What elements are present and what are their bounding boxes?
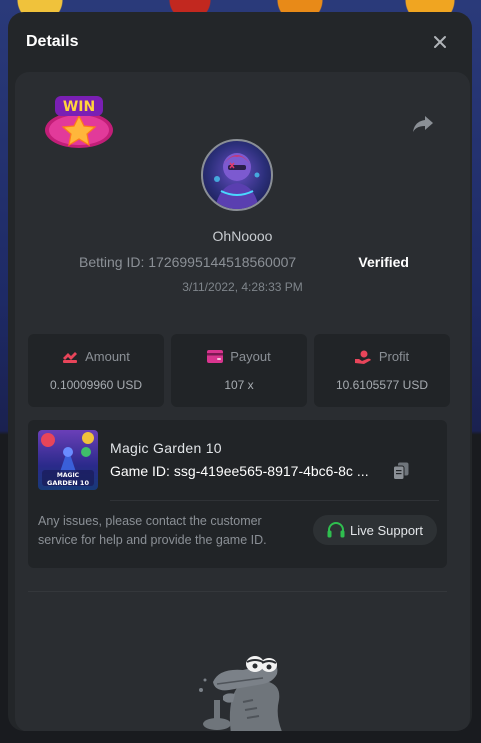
live-support-label: Live Support <box>350 522 423 538</box>
modal-header: Details <box>8 12 472 72</box>
betting-id: Betting ID: 1726995144518560007 <box>79 254 297 270</box>
stat-profit-value: 10.6105577 USD <box>335 378 429 392</box>
game-id-ellipsis: ... <box>356 463 369 479</box>
crocodile-mascot-icon <box>199 656 282 731</box>
share-icon[interactable] <box>412 114 434 134</box>
stat-profit-label: Profit <box>378 349 410 364</box>
stat-amount-value: 0.10009960 USD <box>49 378 143 392</box>
betting-info-row: Betting ID: 1726995144518560007 Verified <box>79 254 409 270</box>
close-icon <box>434 36 446 48</box>
game-name[interactable]: Magic Garden 10 <box>110 440 222 456</box>
close-button[interactable] <box>430 32 450 52</box>
verified-link[interactable]: Verified <box>358 254 409 270</box>
game-id-row: Game ID: ssg-419ee565-8917-4bc6-8c ... <box>110 463 369 479</box>
stat-amount-header: Amount <box>62 349 130 364</box>
wallet-icon <box>207 350 224 363</box>
svg-text:GARDEN 10: GARDEN 10 <box>47 479 89 487</box>
avatar <box>201 139 273 211</box>
coins-icon <box>63 351 78 363</box>
win-badge-icon: WIN <box>45 96 113 148</box>
game-card: MAGIC GARDEN 10 Magic Garden 10 Game ID:… <box>28 420 447 568</box>
svg-text:MAGIC: MAGIC <box>57 472 80 479</box>
avatar-image <box>214 153 260 209</box>
details-modal: Details WIN OhNoooo Betting ID: 17269951… <box>8 12 472 731</box>
stat-amount: Amount 0.10009960 USD <box>28 334 164 407</box>
hand-coin-icon <box>354 350 371 364</box>
stat-payout: Payout 107 x <box>171 334 307 407</box>
live-support-button[interactable]: Live Support <box>313 515 437 545</box>
username: OhNoooo <box>212 228 273 244</box>
stat-payout-header: Payout <box>207 349 271 364</box>
win-badge-text: WIN <box>63 99 95 115</box>
copy-icon[interactable] <box>393 462 409 480</box>
modal-title: Details <box>26 33 79 50</box>
game-thumbnail-image: MAGIC GARDEN 10 <box>41 432 94 487</box>
section-divider <box>28 591 447 592</box>
stat-profit: Profit 10.6105577 USD <box>314 334 450 407</box>
bet-stats: Amount 0.10009960 USD Payout 107 x Profi… <box>28 334 450 407</box>
stat-profit-header: Profit <box>354 349 410 364</box>
bet-details-panel: WIN OhNoooo Betting ID: 1726995144518560… <box>15 72 470 731</box>
bet-datetime: 3/11/2022, 4:28:33 PM <box>182 280 303 294</box>
stat-payout-label: Payout <box>230 349 271 364</box>
stat-payout-value: 107 x <box>224 378 254 392</box>
game-card-divider <box>110 500 439 501</box>
support-message: Any issues, please contact the customer … <box>38 514 267 547</box>
game-id-value: ssg-419ee565-8917-4bc6-8c <box>173 463 353 479</box>
game-id-label: Game ID: <box>110 463 170 479</box>
game-thumbnail[interactable]: MAGIC GARDEN 10 <box>38 430 98 490</box>
headset-icon <box>327 522 345 538</box>
stat-amount-label: Amount <box>85 349 130 364</box>
